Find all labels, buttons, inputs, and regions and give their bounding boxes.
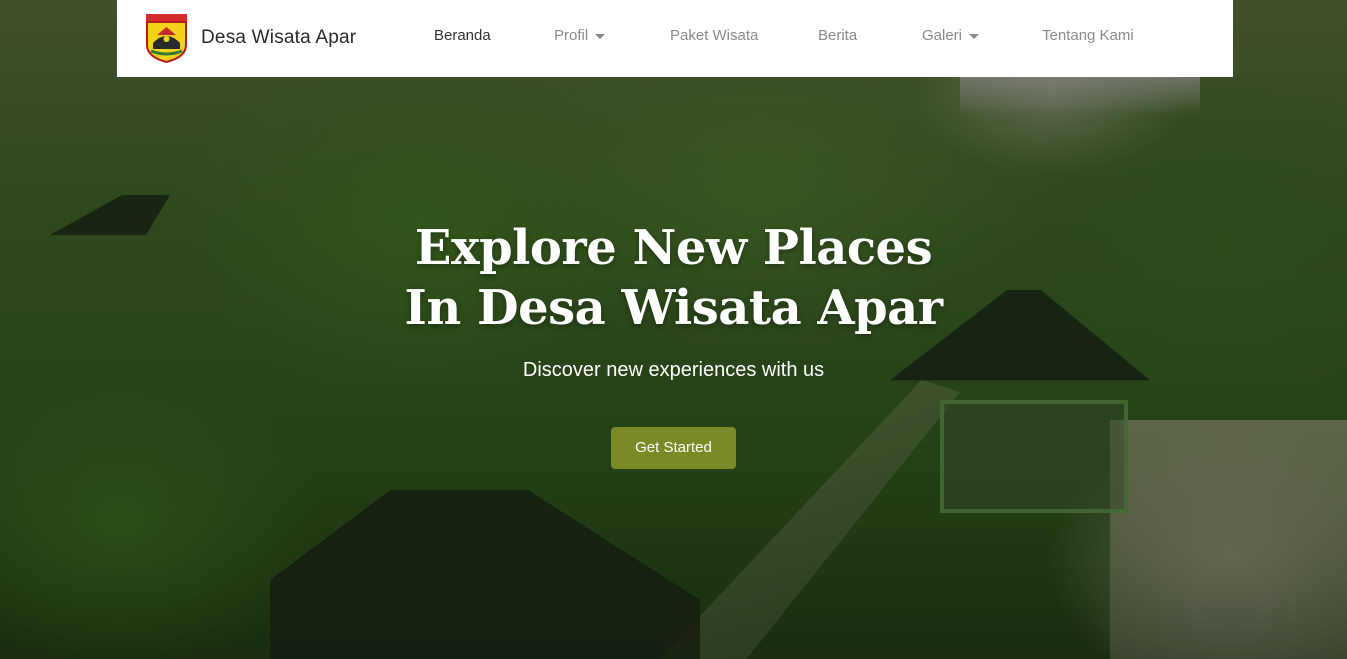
nav-item-galeri[interactable]: Galeri	[922, 27, 980, 44]
hero-subtitle: Discover new experiences with us	[522, 359, 825, 381]
hero-content: Explore New Places In Desa Wisata Apar D…	[0, 218, 1347, 469]
city-crest-icon	[146, 14, 187, 63]
nav-item-label: Paket Wisata	[670, 27, 759, 44]
navbar: Desa Wisata Apar Beranda Profil Paket Wi…	[117, 0, 1233, 77]
nav-item-tentang-kami[interactable]: Tentang Kami	[1042, 27, 1134, 44]
caret-down-icon	[595, 33, 606, 39]
nav-item-label: Beranda	[434, 27, 491, 44]
nav-item-label: Profil	[554, 27, 589, 44]
nav-item-paket-wisata[interactable]: Paket Wisata	[670, 27, 758, 44]
hero-title-line-2: In Desa Wisata Apar	[404, 280, 943, 336]
hero-title: Explore New Places In Desa Wisata Apar	[0, 218, 1347, 338]
brand-name: Desa Wisata Apar	[201, 27, 357, 48]
caret-down-icon	[969, 33, 980, 39]
get-started-button[interactable]: Get Started	[611, 427, 736, 469]
nav-item-beranda[interactable]: Beranda	[434, 27, 491, 44]
hero-title-line-1: Explore New Places	[414, 220, 933, 276]
brand-link[interactable]: Desa Wisata Apar	[145, 12, 356, 64]
page: Desa Wisata Apar Beranda Profil Paket Wi…	[0, 0, 1347, 659]
nav-item-label: Berita	[818, 27, 858, 44]
nav-item-label: Tentang Kami	[1042, 27, 1134, 44]
nav-item-profil[interactable]: Profil	[554, 27, 606, 44]
nav-item-label: Galeri	[922, 27, 963, 44]
nav-item-berita[interactable]: Berita	[818, 27, 857, 44]
